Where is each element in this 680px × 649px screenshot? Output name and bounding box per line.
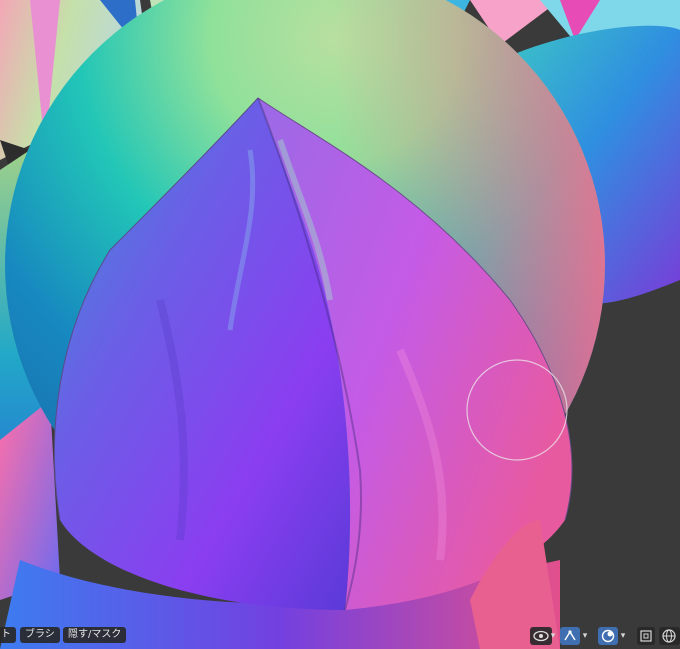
overlay-toggle-icon [601,629,615,643]
menu-brush[interactable]: ブラシ [20,627,60,643]
wireframe-shading-icon [662,629,676,643]
menu-hide-mask[interactable]: 隠す/マスク [63,627,127,643]
chevron-down-icon[interactable]: ▾ [580,629,590,643]
chevron-down-icon[interactable]: ▾ [548,629,558,643]
xray-toggle-icon [640,630,652,642]
wireframe-shading-button[interactable] [659,627,680,645]
gizmo-toggle-button[interactable] [560,627,580,645]
3d-viewport[interactable] [0,0,680,649]
menu-partial[interactable]: ト [0,627,16,643]
chevron-down-icon[interactable]: ▾ [618,629,628,643]
gizmo-toggle-icon [564,630,576,641]
xray-toggle-button[interactable] [637,627,655,645]
overlay-toggle-button[interactable] [598,627,618,645]
